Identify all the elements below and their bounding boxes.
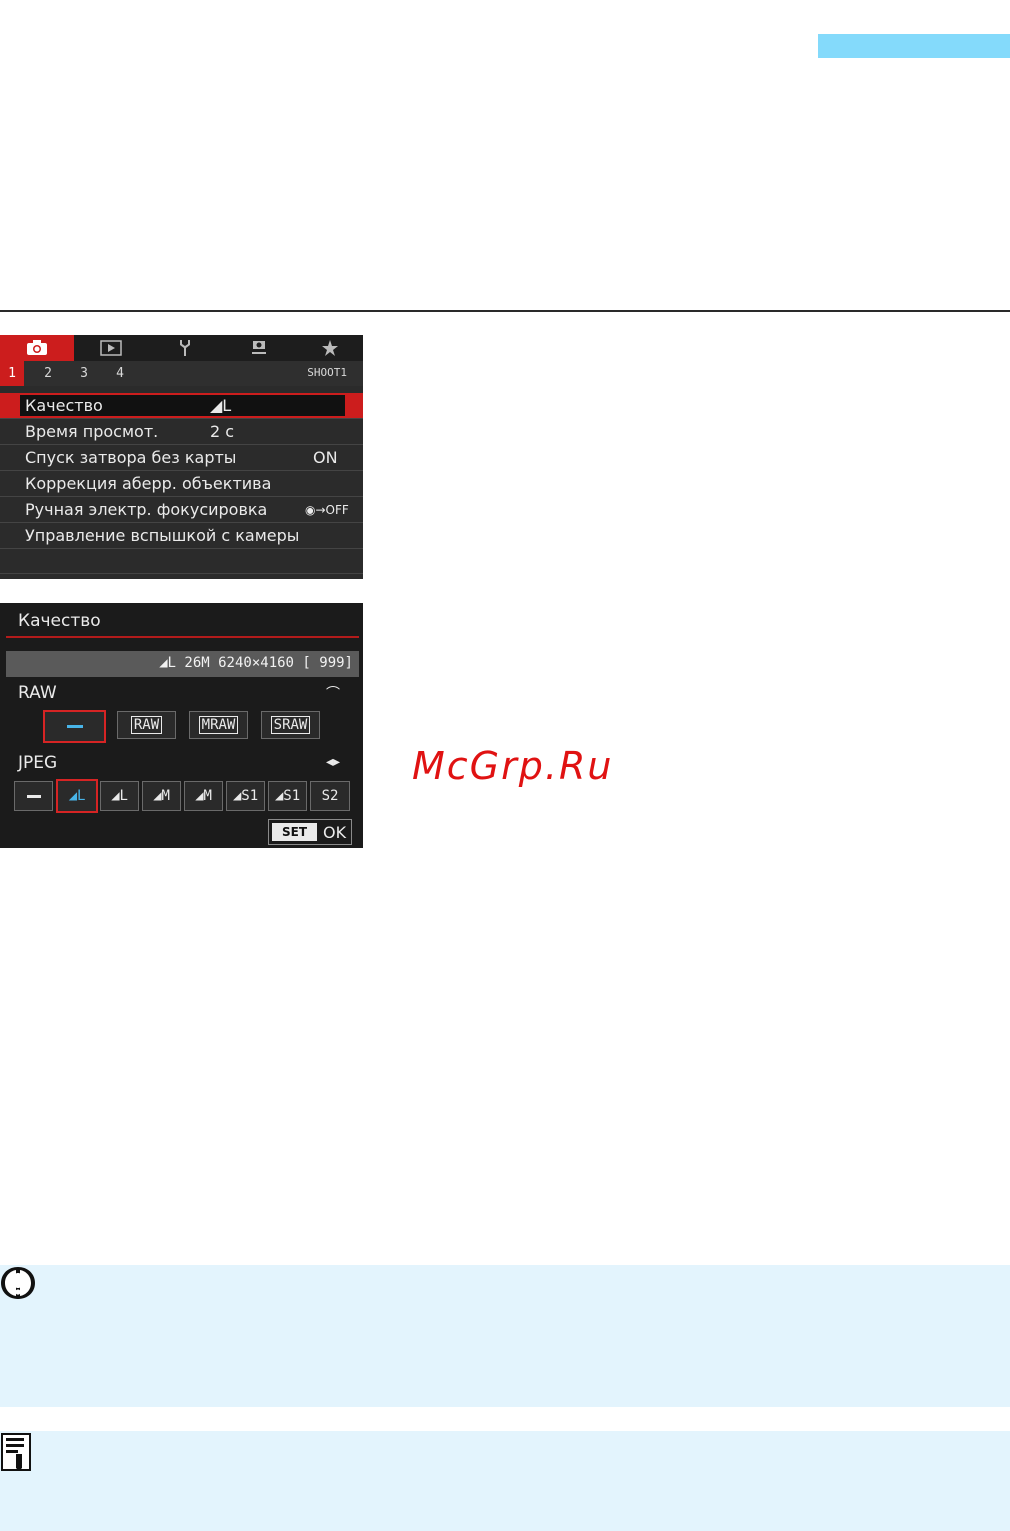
wrench-icon	[180, 340, 190, 356]
note-box	[0, 1431, 1010, 1531]
section-header-bar	[818, 34, 1010, 58]
jpeg-option-none[interactable]	[14, 781, 53, 811]
menu-page-label: SHOOT1	[307, 366, 347, 379]
menu-row-label: Управление вспышкой с камеры	[25, 526, 300, 545]
menu-row-release-no-card[interactable]: Спуск затвора без карты ON	[0, 445, 363, 471]
jpeg-option-label: ◢L	[68, 788, 86, 804]
jpeg-option-label: ◢L	[111, 788, 128, 804]
custom-icon	[252, 341, 266, 354]
raw-option-label: MRAW	[198, 716, 239, 734]
menu-row-label: Коррекция аберр. объектива	[25, 474, 272, 493]
caution-icon	[1, 1267, 35, 1299]
jpeg-option-medium-fine[interactable]: ◢M	[142, 781, 181, 811]
watermark: McGrp.Ru	[412, 744, 614, 788]
set-ok-button[interactable]: SET OK	[268, 819, 352, 845]
dash-icon	[26, 794, 41, 798]
menu-row-value: ◢L	[210, 396, 232, 415]
raw-option-sraw[interactable]: SRAW	[261, 711, 320, 739]
dash-icon	[66, 725, 83, 728]
jpeg-option-s1-fine[interactable]: ◢S1	[226, 781, 265, 811]
jpeg-label: JPEG	[18, 753, 58, 773]
quality-title: Качество	[18, 611, 101, 631]
camera-icon	[27, 340, 47, 355]
menu-row-label: Ручная электр. фокусировка	[25, 500, 268, 519]
tab-mymenu[interactable]	[296, 335, 363, 361]
jpeg-option-label: ◢M	[153, 788, 170, 804]
caution-box	[0, 1265, 1010, 1407]
set-label: SET	[272, 823, 318, 841]
menu-row-empty	[0, 549, 363, 574]
divider-line	[0, 310, 1010, 312]
menu-row-manual-focus[interactable]: Ручная электр. фокусировка ◉→OFF	[0, 497, 363, 523]
jpeg-option-label: ◢M	[195, 788, 212, 804]
jpeg-option-s1-normal[interactable]: ◢S1	[268, 781, 307, 811]
star-icon	[321, 340, 338, 356]
raw-label: RAW	[18, 683, 57, 703]
ok-label: OK	[323, 822, 347, 842]
raw-option-none[interactable]	[43, 710, 106, 743]
menu-row-label: Спуск затвора без карты	[25, 448, 237, 467]
jpeg-option-label: ◢S1	[274, 788, 301, 804]
quality-info-text: ◢L 26M 6240×4160 [ 999]	[159, 655, 353, 671]
jpeg-option-s2[interactable]: S2	[310, 781, 350, 811]
jpeg-option-large-fine[interactable]: ◢L	[56, 779, 98, 813]
menu-row-value: ◉→OFF	[305, 503, 349, 517]
menu-row-label: Качество	[25, 396, 103, 415]
menu-row-value: 2 с	[210, 422, 235, 441]
tab-custom[interactable]	[222, 335, 296, 361]
main-dial-icon: ⌒	[326, 686, 340, 702]
menu-row-label: Время просмот.	[25, 422, 159, 441]
menu-row-flash-control[interactable]: Управление вспышкой с камеры	[0, 523, 363, 549]
raw-option-label: SRAW	[270, 716, 311, 734]
raw-option-raw[interactable]: RAW	[117, 711, 176, 739]
menu-row-review-time[interactable]: Время просмот. 2 с	[0, 419, 363, 445]
subtab-2[interactable]: 2	[36, 361, 60, 386]
jpeg-option-large-normal[interactable]: ◢L	[100, 781, 139, 811]
subtab-4[interactable]: 4	[108, 361, 132, 386]
memo-icon	[1, 1433, 31, 1471]
left-right-arrows-icon: ◂▸	[326, 754, 341, 770]
menu-row-value: ON	[313, 448, 338, 467]
title-underline	[6, 636, 359, 638]
raw-option-mraw[interactable]: MRAW	[189, 711, 248, 739]
subtab-1[interactable]: 1	[0, 361, 24, 386]
play-icon	[100, 340, 122, 356]
jpeg-option-label: ◢S1	[232, 788, 259, 804]
quality-info-bar: ◢L 26M 6240×4160 [ 999]	[6, 651, 359, 677]
jpeg-option-medium-normal[interactable]: ◢M	[184, 781, 223, 811]
shoot-menu-screen: 1 2 3 4 SHOOT1 Качество ◢L Время просмот…	[0, 335, 363, 579]
menu-tab-bar	[0, 335, 363, 361]
quality-screen: Качество ◢L 26M 6240×4160 [ 999] RAW ⌒ R…	[0, 603, 363, 848]
menu-subtab-bar: 1 2 3 4 SHOOT1	[0, 361, 363, 386]
raw-option-label: RAW	[130, 716, 163, 734]
subtab-3[interactable]: 3	[72, 361, 96, 386]
menu-row-lens-aberration[interactable]: Коррекция аберр. объектива	[0, 471, 363, 497]
tab-setup[interactable]	[148, 335, 222, 361]
menu-row-quality[interactable]: Качество ◢L	[0, 393, 363, 419]
tab-playback[interactable]	[74, 335, 148, 361]
tab-shooting[interactable]	[0, 335, 74, 361]
jpeg-option-label: S2	[321, 788, 339, 804]
